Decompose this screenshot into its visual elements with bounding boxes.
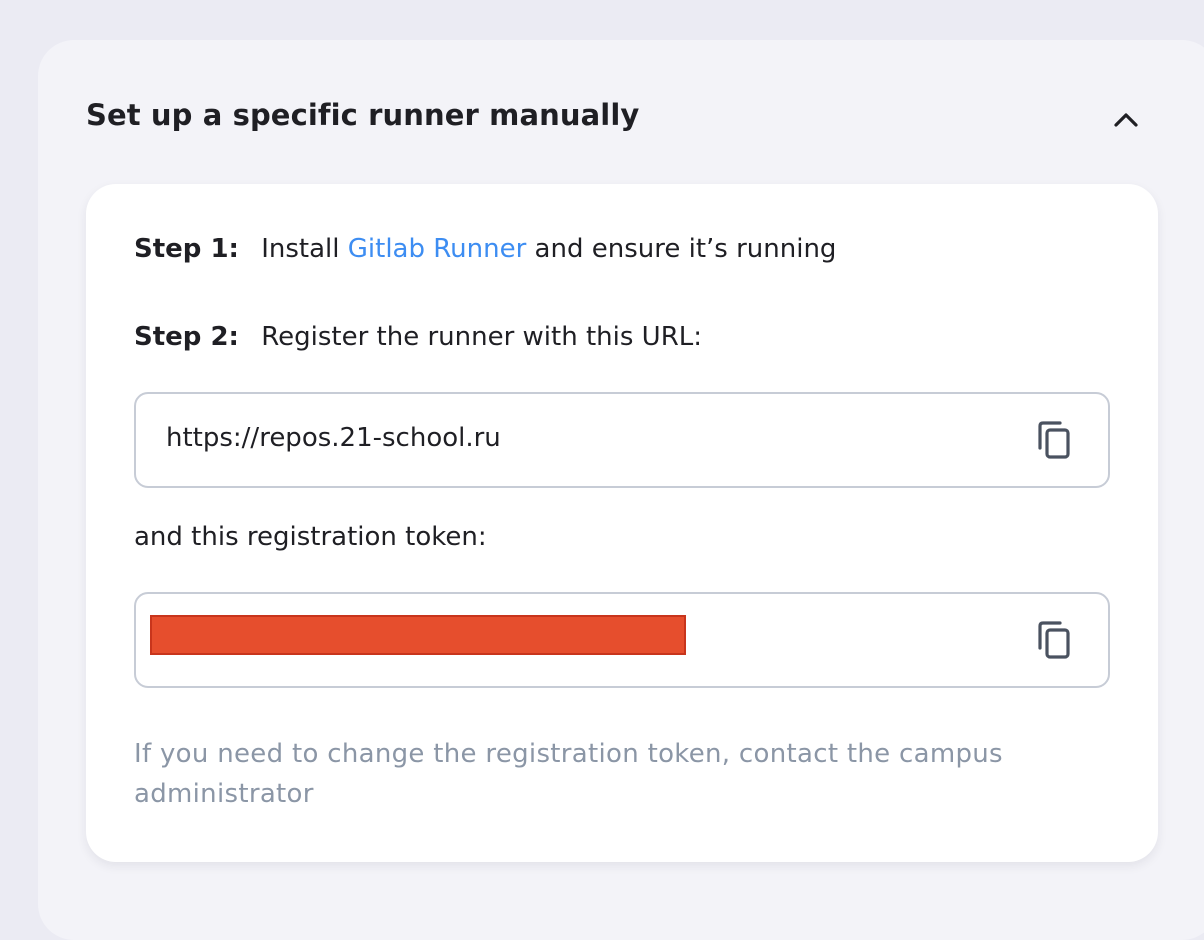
step-1: Step 1: Install Gitlab Runner and ensure… [134,234,836,264]
redacted-token [150,615,686,655]
step-1-prefix: Install [261,234,340,264]
chevron-up-icon [1114,113,1138,127]
panel-title: Set up a specific runner manually [86,98,640,132]
copy-icon [1038,621,1070,659]
copy-url-button[interactable] [1032,418,1076,462]
copy-icon [1038,421,1070,459]
gitlab-runner-link[interactable]: Gitlab Runner [348,234,527,264]
token-caption: and this registration token: [134,522,487,552]
step-1-label: Step 1: [134,234,239,264]
step-1-suffix: and ensure it’s running [534,234,837,264]
token-hint: If you need to change the registration t… [134,739,1003,809]
runner-setup-panel: Set up a specific runner manually Step 1… [38,40,1204,940]
step-2-label: Step 2: [134,322,239,352]
runner-instructions-card: Step 1: Install Gitlab Runner and ensure… [86,184,1158,862]
url-value: https://repos.21-school.ru [166,423,501,453]
collapse-toggle-button[interactable] [1106,102,1146,138]
token-field [134,592,1110,688]
url-field: https://repos.21-school.ru [134,392,1110,488]
copy-token-button[interactable] [1032,618,1076,662]
step-2: Step 2: Register the runner with this UR… [134,322,702,352]
step-2-text: Register the runner with this URL: [261,322,703,352]
